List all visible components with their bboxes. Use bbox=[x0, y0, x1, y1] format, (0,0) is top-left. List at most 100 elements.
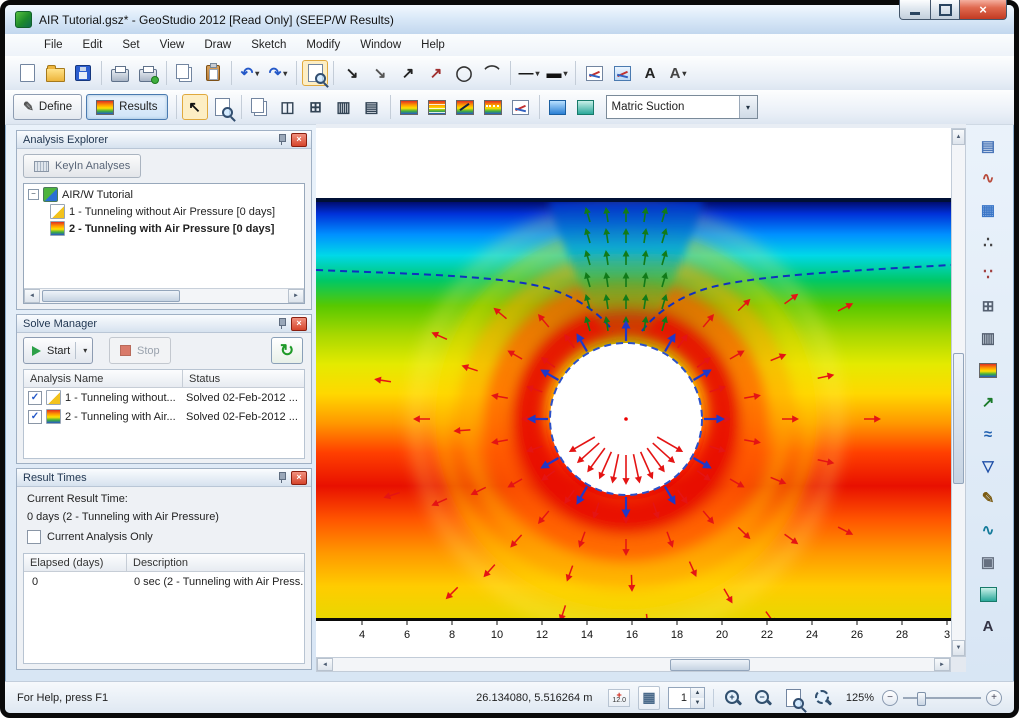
undo-icon[interactable]: ↶▾ bbox=[237, 60, 263, 86]
animation-icon[interactable]: ▤ bbox=[359, 94, 385, 120]
isolines-icon[interactable]: ≈ bbox=[974, 422, 1002, 447]
view-number-spinner[interactable]: 1 ▲ ▼ bbox=[668, 687, 705, 709]
copy-picture-icon[interactable] bbox=[247, 94, 273, 120]
label-contours-icon[interactable]: ✎ bbox=[974, 486, 1002, 511]
scroll-right-icon[interactable]: ► bbox=[288, 289, 304, 303]
scroll-thumb[interactable] bbox=[670, 659, 750, 671]
draw-arrow-icon[interactable]: ↘ bbox=[339, 60, 365, 86]
start-button[interactable]: Start ▾ bbox=[23, 337, 93, 364]
snapshot-icon[interactable]: ▣ bbox=[974, 550, 1002, 575]
save-icon[interactable] bbox=[70, 60, 96, 86]
minimize-button[interactable] bbox=[899, 0, 931, 20]
gauss-values-icon[interactable]: ∵ bbox=[974, 262, 1002, 287]
scroll-track[interactable] bbox=[952, 145, 965, 640]
spinner-down-icon[interactable]: ▼ bbox=[691, 698, 704, 708]
canvas-vertical-scrollbar[interactable]: ▲ ▼ bbox=[951, 128, 966, 657]
graph-icon[interactable] bbox=[581, 60, 607, 86]
scroll-thumb[interactable] bbox=[42, 290, 180, 302]
arc-tool-icon[interactable]: ⌒ bbox=[479, 60, 505, 86]
split-window-icon[interactable]: ▥ bbox=[331, 94, 357, 120]
flow-paths-icon[interactable] bbox=[480, 94, 506, 120]
menu-modify[interactable]: Modify bbox=[297, 36, 349, 54]
close-panel-icon[interactable]: × bbox=[291, 317, 307, 331]
table-header[interactable]: Analysis Name Status bbox=[24, 370, 304, 388]
flow-path-icon[interactable]: ∿ bbox=[974, 518, 1002, 543]
print-options-icon[interactable] bbox=[135, 60, 161, 86]
table-row[interactable]: ✓ 1 - Tunneling without... Solved 02-Feb… bbox=[24, 388, 304, 407]
zoom-slider-track[interactable] bbox=[903, 691, 981, 705]
scroll-track[interactable] bbox=[40, 289, 288, 303]
define-button[interactable]: ✎ Define bbox=[13, 94, 82, 120]
air-results-icon[interactable] bbox=[974, 582, 1002, 607]
maximize-button[interactable] bbox=[931, 0, 959, 20]
refresh-button[interactable]: ↻ bbox=[271, 337, 303, 364]
analysis1-checkbox[interactable]: ✓ bbox=[28, 391, 42, 405]
paste-icon[interactable] bbox=[200, 60, 226, 86]
redo-icon[interactable]: ↷▾ bbox=[265, 60, 291, 86]
show-info-icon[interactable]: ▤ bbox=[974, 134, 1002, 159]
close-panel-icon[interactable]: × bbox=[291, 133, 307, 147]
zoom-in-button[interactable]: + bbox=[722, 686, 744, 710]
stop-button[interactable]: Stop bbox=[109, 337, 171, 364]
scroll-right-icon[interactable]: ► bbox=[934, 658, 950, 671]
scroll-down-icon[interactable]: ▼ bbox=[952, 640, 965, 656]
zoom-out-button[interactable]: − bbox=[752, 686, 774, 710]
table-row[interactable]: ✓ 2 - Tunneling with Air... Solved 02-Fe… bbox=[24, 407, 304, 426]
chevron-down-icon[interactable]: ▾ bbox=[83, 346, 87, 355]
select-tool-icon[interactable]: ↖ bbox=[182, 94, 208, 120]
close-panel-icon[interactable]: × bbox=[291, 471, 307, 485]
menu-set[interactable]: Set bbox=[113, 36, 148, 54]
contour-plot[interactable]: 468101214161820222426283 bbox=[316, 128, 951, 657]
zoom-objects-button[interactable] bbox=[812, 686, 834, 710]
column-status[interactable]: Status bbox=[183, 370, 304, 387]
zoom-slider[interactable]: − + bbox=[882, 690, 1002, 706]
mesh-icon[interactable]: ⊞ bbox=[974, 294, 1002, 319]
tree-horizontal-scrollbar[interactable]: ◄ ► bbox=[24, 288, 304, 303]
zoom-slider-plus[interactable]: + bbox=[986, 690, 1002, 706]
scroll-left-icon[interactable]: ◄ bbox=[317, 658, 333, 671]
tree-item-analysis-2[interactable]: 2 - Tunneling with Air Pressure [0 days] bbox=[24, 220, 304, 237]
draw-graph-icon[interactable]: ∿ bbox=[974, 166, 1002, 191]
draw-contours-icon[interactable] bbox=[396, 94, 422, 120]
analysis2-checkbox[interactable]: ✓ bbox=[28, 410, 42, 424]
zoom-slider-thumb[interactable] bbox=[917, 692, 926, 706]
solve-manager-header[interactable]: Solve Manager × bbox=[17, 315, 311, 333]
circle-tool-icon[interactable]: ◯ bbox=[451, 60, 477, 86]
graph-select-icon[interactable] bbox=[609, 60, 635, 86]
spinner-up-icon[interactable]: ▲ bbox=[691, 688, 704, 698]
copy-icon[interactable] bbox=[172, 60, 198, 86]
menu-sketch[interactable]: Sketch bbox=[242, 36, 295, 54]
pin-icon[interactable] bbox=[276, 317, 287, 330]
collapse-icon[interactable]: − bbox=[28, 189, 39, 200]
zoom-page-button[interactable] bbox=[782, 686, 804, 710]
water-table-icon[interactable]: ▽ bbox=[974, 454, 1002, 479]
coordinate-display-toggle[interactable]: + 12.0 bbox=[608, 689, 630, 707]
chevron-down-icon[interactable]: ▾ bbox=[739, 96, 757, 118]
menu-view[interactable]: View bbox=[151, 36, 194, 54]
menu-draw[interactable]: Draw bbox=[195, 36, 240, 54]
draw-vectors-icon[interactable] bbox=[452, 94, 478, 120]
table-header[interactable]: Elapsed (days) Description bbox=[24, 554, 304, 572]
canvas-horizontal-scrollbar[interactable]: ◄ ► bbox=[316, 657, 951, 672]
open-icon[interactable] bbox=[42, 60, 68, 86]
scroll-thumb[interactable] bbox=[953, 353, 964, 484]
result-view[interactable]: 468101214161820222426283 bbox=[316, 128, 951, 657]
contours-icon[interactable] bbox=[974, 358, 1002, 383]
grid-icon[interactable]: ▥ bbox=[974, 326, 1002, 351]
draw-graph-icon[interactable] bbox=[508, 94, 534, 120]
zoom-window-icon[interactable] bbox=[210, 94, 236, 120]
vectors-icon[interactable]: ↗ bbox=[974, 390, 1002, 415]
titlebar[interactable]: AIR Tutorial.gsz* - GeoStudio 2012 [Read… bbox=[5, 5, 1014, 34]
results-button[interactable]: Results bbox=[86, 94, 167, 120]
current-analysis-only-checkbox[interactable] bbox=[27, 530, 41, 544]
text-icon[interactable]: A bbox=[974, 614, 1002, 639]
scroll-left-icon[interactable]: ◄ bbox=[24, 289, 40, 303]
cascade-windows-icon[interactable]: ⊞ bbox=[303, 94, 329, 120]
water-flux-icon[interactable] bbox=[545, 94, 571, 120]
menu-file[interactable]: File bbox=[35, 36, 72, 54]
font-icon[interactable]: A▾ bbox=[665, 60, 691, 86]
tree-root-row[interactable]: − AIR/W Tutorial bbox=[24, 186, 304, 203]
print-icon[interactable] bbox=[107, 60, 133, 86]
modify-arrow-icon[interactable]: ↗ bbox=[395, 60, 421, 86]
menu-edit[interactable]: Edit bbox=[74, 36, 112, 54]
